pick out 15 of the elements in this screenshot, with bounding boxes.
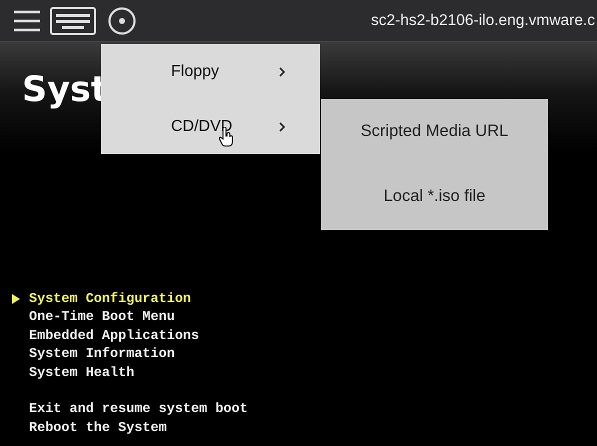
host-title: sc2-hs2-b2106-ilo.eng.vmware.c: [371, 12, 595, 30]
menu-item[interactable]: Reboot the System: [29, 420, 167, 436]
submenu-item[interactable]: Local *.iso file: [321, 164, 548, 229]
menu-item[interactable]: System Configuration: [29, 292, 192, 307]
keyboard-icon[interactable]: [50, 6, 96, 34]
menu-item[interactable]: Exit and resume system boot: [29, 402, 248, 418]
menu-item[interactable]: One-Time Boot Menu: [29, 310, 175, 326]
chevron-icon: [279, 122, 285, 132]
menu-item[interactable]: System Health: [29, 366, 134, 381]
menu-item[interactable]: Embedded Applications: [29, 328, 200, 344]
submenu-item[interactable]: Scripted Media URL: [321, 99, 548, 164]
menu-icon[interactable]: [14, 10, 40, 32]
disc-icon[interactable]: [108, 6, 136, 34]
menu-item[interactable]: System Information: [29, 347, 175, 362]
chevron-icon: [279, 66, 285, 76]
